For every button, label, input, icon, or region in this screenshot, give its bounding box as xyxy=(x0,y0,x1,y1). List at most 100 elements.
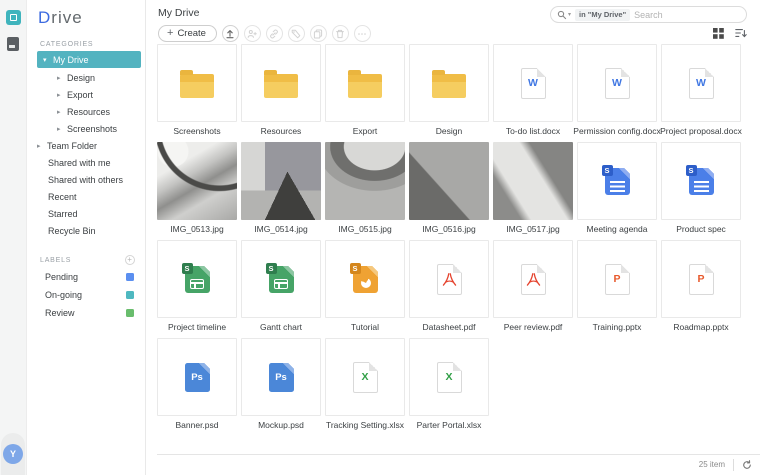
file-card[interactable]: SProduct spec xyxy=(661,142,741,233)
toolbar: + Create xyxy=(158,25,371,42)
file-card[interactable]: XParter Portal.xlsx xyxy=(409,338,489,429)
tag-button[interactable] xyxy=(288,25,305,42)
file-name: IMG_0514.jpg xyxy=(241,224,321,234)
label-item-review[interactable]: Review xyxy=(27,304,145,322)
file-name: Training.pptx xyxy=(577,322,657,332)
sidebar-item-label: Screenshots xyxy=(67,124,117,134)
sidebar-item-export[interactable]: ▸Export xyxy=(27,86,145,103)
file-card[interactable]: SProject timeline xyxy=(157,240,237,331)
categories-header: CATEGORIES xyxy=(40,41,145,48)
sidebar-item-shared-with-others[interactable]: Shared with others xyxy=(27,171,145,188)
upload-icon xyxy=(225,29,235,39)
file-card[interactable]: Screenshots xyxy=(157,44,237,135)
search-bar[interactable]: ▾ in "My Drive" xyxy=(550,6,747,23)
sidebar-item-recycle-bin[interactable]: Recycle Bin xyxy=(27,222,145,239)
file-card[interactable]: WPermission config.docx xyxy=(577,44,657,135)
sidebar-item-design[interactable]: ▸Design xyxy=(27,69,145,86)
sidebar-item-team-folder[interactable]: ▸Team Folder xyxy=(27,137,145,154)
documents-shortcut-icon[interactable] xyxy=(7,37,19,51)
avatar[interactable]: Y xyxy=(3,444,23,464)
sidebar-item-label: My Drive xyxy=(53,55,89,65)
app-launcher-icon[interactable] xyxy=(6,10,21,25)
sslides-file-icon: S xyxy=(353,266,378,293)
sidebar-item-label: Recent xyxy=(48,192,77,202)
file-card[interactable]: PTraining.pptx xyxy=(577,240,657,331)
file-card[interactable]: IMG_0513.jpg xyxy=(157,142,237,233)
status-divider xyxy=(733,459,734,471)
sidebar-item-resources[interactable]: ▸Resources xyxy=(27,103,145,120)
sidebar-item-starred[interactable]: Starred xyxy=(27,205,145,222)
file-name: Resources xyxy=(241,126,321,136)
page-title: My Drive xyxy=(158,7,199,19)
file-card[interactable]: Peer review.pdf xyxy=(493,240,573,331)
file-name: Peer review.pdf xyxy=(493,322,573,332)
file-card[interactable]: IMG_0514.jpg xyxy=(241,142,321,233)
file-card[interactable]: PsMockup.psd xyxy=(241,338,321,429)
photo-thumbnail xyxy=(409,142,489,220)
app-rail: Y xyxy=(0,0,27,475)
chevron-right-icon[interactable]: ▸ xyxy=(57,108,64,116)
file-card[interactable]: Design xyxy=(409,44,489,135)
file-card[interactable]: S Tutorial xyxy=(325,240,405,331)
file-card[interactable]: PRoadmap.pptx xyxy=(661,240,741,331)
file-card[interactable]: SMeeting agenda xyxy=(577,142,657,233)
file-name: IMG_0516.jpg xyxy=(409,224,489,234)
create-button[interactable]: + Create xyxy=(158,25,217,42)
sidebar-item-label: Team Folder xyxy=(47,141,97,151)
upload-button[interactable] xyxy=(222,25,239,42)
view-toggles xyxy=(713,28,747,39)
chevron-right-icon[interactable]: ▸ xyxy=(37,142,44,150)
chevron-right-icon[interactable]: ▸ xyxy=(57,91,64,99)
chevron-right-icon[interactable]: ▸ xyxy=(57,74,64,82)
label-item-pending[interactable]: Pending xyxy=(27,268,145,286)
trash-button[interactable] xyxy=(332,25,349,42)
file-name: IMG_0517.jpg xyxy=(493,224,573,234)
sidebar-item-shared-with-me[interactable]: Shared with me xyxy=(27,154,145,171)
file-card[interactable]: PsBanner.psd xyxy=(157,338,237,429)
sidebar-item-label: Shared with me xyxy=(48,158,111,168)
sidebar-item-recent[interactable]: Recent xyxy=(27,188,145,205)
sort-button[interactable] xyxy=(735,28,747,39)
label-item-on-going[interactable]: On-going xyxy=(27,286,145,304)
file-name: Meeting agenda xyxy=(577,224,657,234)
search-input[interactable] xyxy=(634,10,734,20)
search-icon xyxy=(557,10,567,20)
sidebar-item-label: Starred xyxy=(48,209,78,219)
xlsx-file-icon: X xyxy=(437,362,462,393)
docx-file-icon: W xyxy=(605,68,630,99)
sidebar-nav: ▾My Drive▸Design▸Export▸Resources▸Screen… xyxy=(27,51,145,239)
copy-button[interactable] xyxy=(310,25,327,42)
file-card[interactable]: IMG_0515.jpg xyxy=(325,142,405,233)
file-card[interactable]: Resources xyxy=(241,44,321,135)
label-color-swatch xyxy=(126,273,134,281)
search-scope-chip[interactable]: in "My Drive" xyxy=(575,9,630,21)
file-card[interactable]: IMG_0516.jpg xyxy=(409,142,489,233)
sidebar-item-screenshots[interactable]: ▸Screenshots xyxy=(27,120,145,137)
search-scope-caret-icon[interactable]: ▾ xyxy=(568,11,571,18)
add-label-button[interactable]: + xyxy=(125,255,135,265)
file-card[interactable]: WTo-do list.docx xyxy=(493,44,573,135)
copy-icon xyxy=(313,29,323,39)
logo-rest: rive xyxy=(51,8,82,27)
psd-file-icon: Ps xyxy=(185,363,210,392)
file-card[interactable]: SGantt chart xyxy=(241,240,321,331)
refresh-button[interactable] xyxy=(742,460,752,470)
label-color-swatch xyxy=(126,291,134,299)
file-card[interactable]: WProject proposal.docx xyxy=(661,44,741,135)
file-card[interactable]: Export xyxy=(325,44,405,135)
status-bar: 25 item xyxy=(146,454,760,475)
grid-view-button[interactable] xyxy=(713,28,724,39)
file-card[interactable]: Datasheet.pdf xyxy=(409,240,489,331)
file-card[interactable]: XTracking Setting.xlsx xyxy=(325,338,405,429)
add-user-button[interactable] xyxy=(244,25,261,42)
more-button[interactable] xyxy=(354,25,371,42)
trash-icon xyxy=(335,29,345,39)
file-name: Export xyxy=(325,126,405,136)
chevron-right-icon[interactable]: ▸ xyxy=(57,125,64,133)
link-button[interactable] xyxy=(266,25,283,42)
chevron-down-icon[interactable]: ▾ xyxy=(43,56,50,64)
item-count: 25 item xyxy=(699,460,725,469)
file-card[interactable]: IMG_0517.jpg xyxy=(493,142,573,233)
sidebar-item-my-drive[interactable]: ▾My Drive xyxy=(37,51,141,68)
file-name: Tutorial xyxy=(325,322,405,332)
